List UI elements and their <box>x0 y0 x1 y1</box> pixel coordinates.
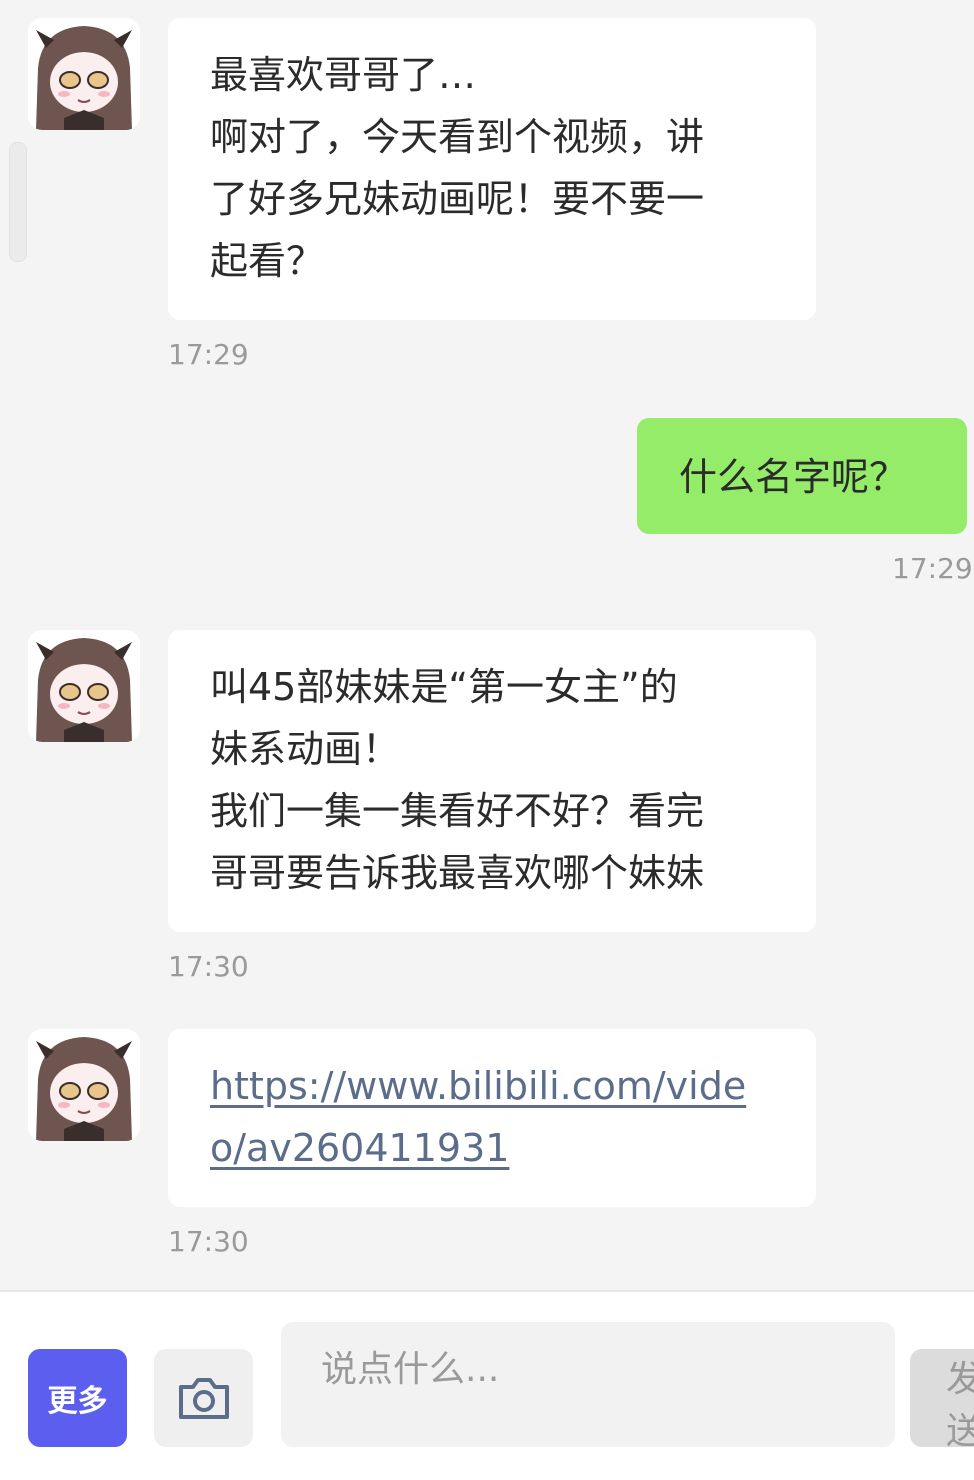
message-text: 哥哥要告诉我最喜欢哪个妹妹 <box>210 851 705 895</box>
avatar[interactable] <box>28 18 140 130</box>
message-text: 了好多兄妹动画呢！要不要一 <box>210 177 705 221</box>
message-timestamp: 17:30 <box>168 950 249 983</box>
message-timestamp: 17:30 <box>168 1225 249 1258</box>
message-text: 起看？ <box>210 239 325 283</box>
camera-icon <box>178 1378 229 1419</box>
message-bubble-outgoing[interactable]: 什么名字呢？ <box>637 418 967 534</box>
message-text: 我们一集一集看好不好？看完 <box>210 789 705 833</box>
send-button[interactable]: 发送 <box>910 1349 974 1452</box>
message-text: 叫45部妹妹是“第一女主”的 <box>210 665 678 709</box>
message-timestamp: 17:29 <box>892 552 973 585</box>
message-bubble-incoming[interactable]: https://www.bilibili.com/vide o/av260411… <box>168 1029 816 1207</box>
video-link[interactable]: https://www.bilibili.com/vide <box>210 1055 774 1117</box>
message-text: 最喜欢哥哥了… <box>210 53 477 97</box>
video-link[interactable]: o/av260411931 <box>210 1117 774 1179</box>
scroll-indicator[interactable] <box>9 142 27 262</box>
message-text: 妹系动画！ <box>210 727 401 771</box>
message-bubble-incoming[interactable]: 叫45部妹妹是“第一女主”的 妹系动画！ 我们一集一集看好不好？看完 哥哥要告诉… <box>168 630 816 932</box>
composer-bar: 更多 发送 <box>0 1290 974 1480</box>
more-button[interactable]: 更多 <box>28 1349 127 1447</box>
camera-button[interactable] <box>154 1349 253 1447</box>
message-text: 啊对了，今天看到个视频，讲 <box>210 115 705 159</box>
message-timestamp: 17:29 <box>168 338 249 371</box>
message-text: 什么名字呢？ <box>679 455 908 499</box>
avatar[interactable] <box>28 1029 140 1141</box>
avatar[interactable] <box>28 630 140 742</box>
message-input[interactable] <box>281 1322 895 1447</box>
message-bubble-incoming[interactable]: 最喜欢哥哥了… 啊对了，今天看到个视频，讲 了好多兄妹动画呢！要不要一 起看？ <box>168 18 816 320</box>
chat-thread[interactable]: 最喜欢哥哥了… 啊对了，今天看到个视频，讲 了好多兄妹动画呢！要不要一 起看？ … <box>0 0 974 1290</box>
